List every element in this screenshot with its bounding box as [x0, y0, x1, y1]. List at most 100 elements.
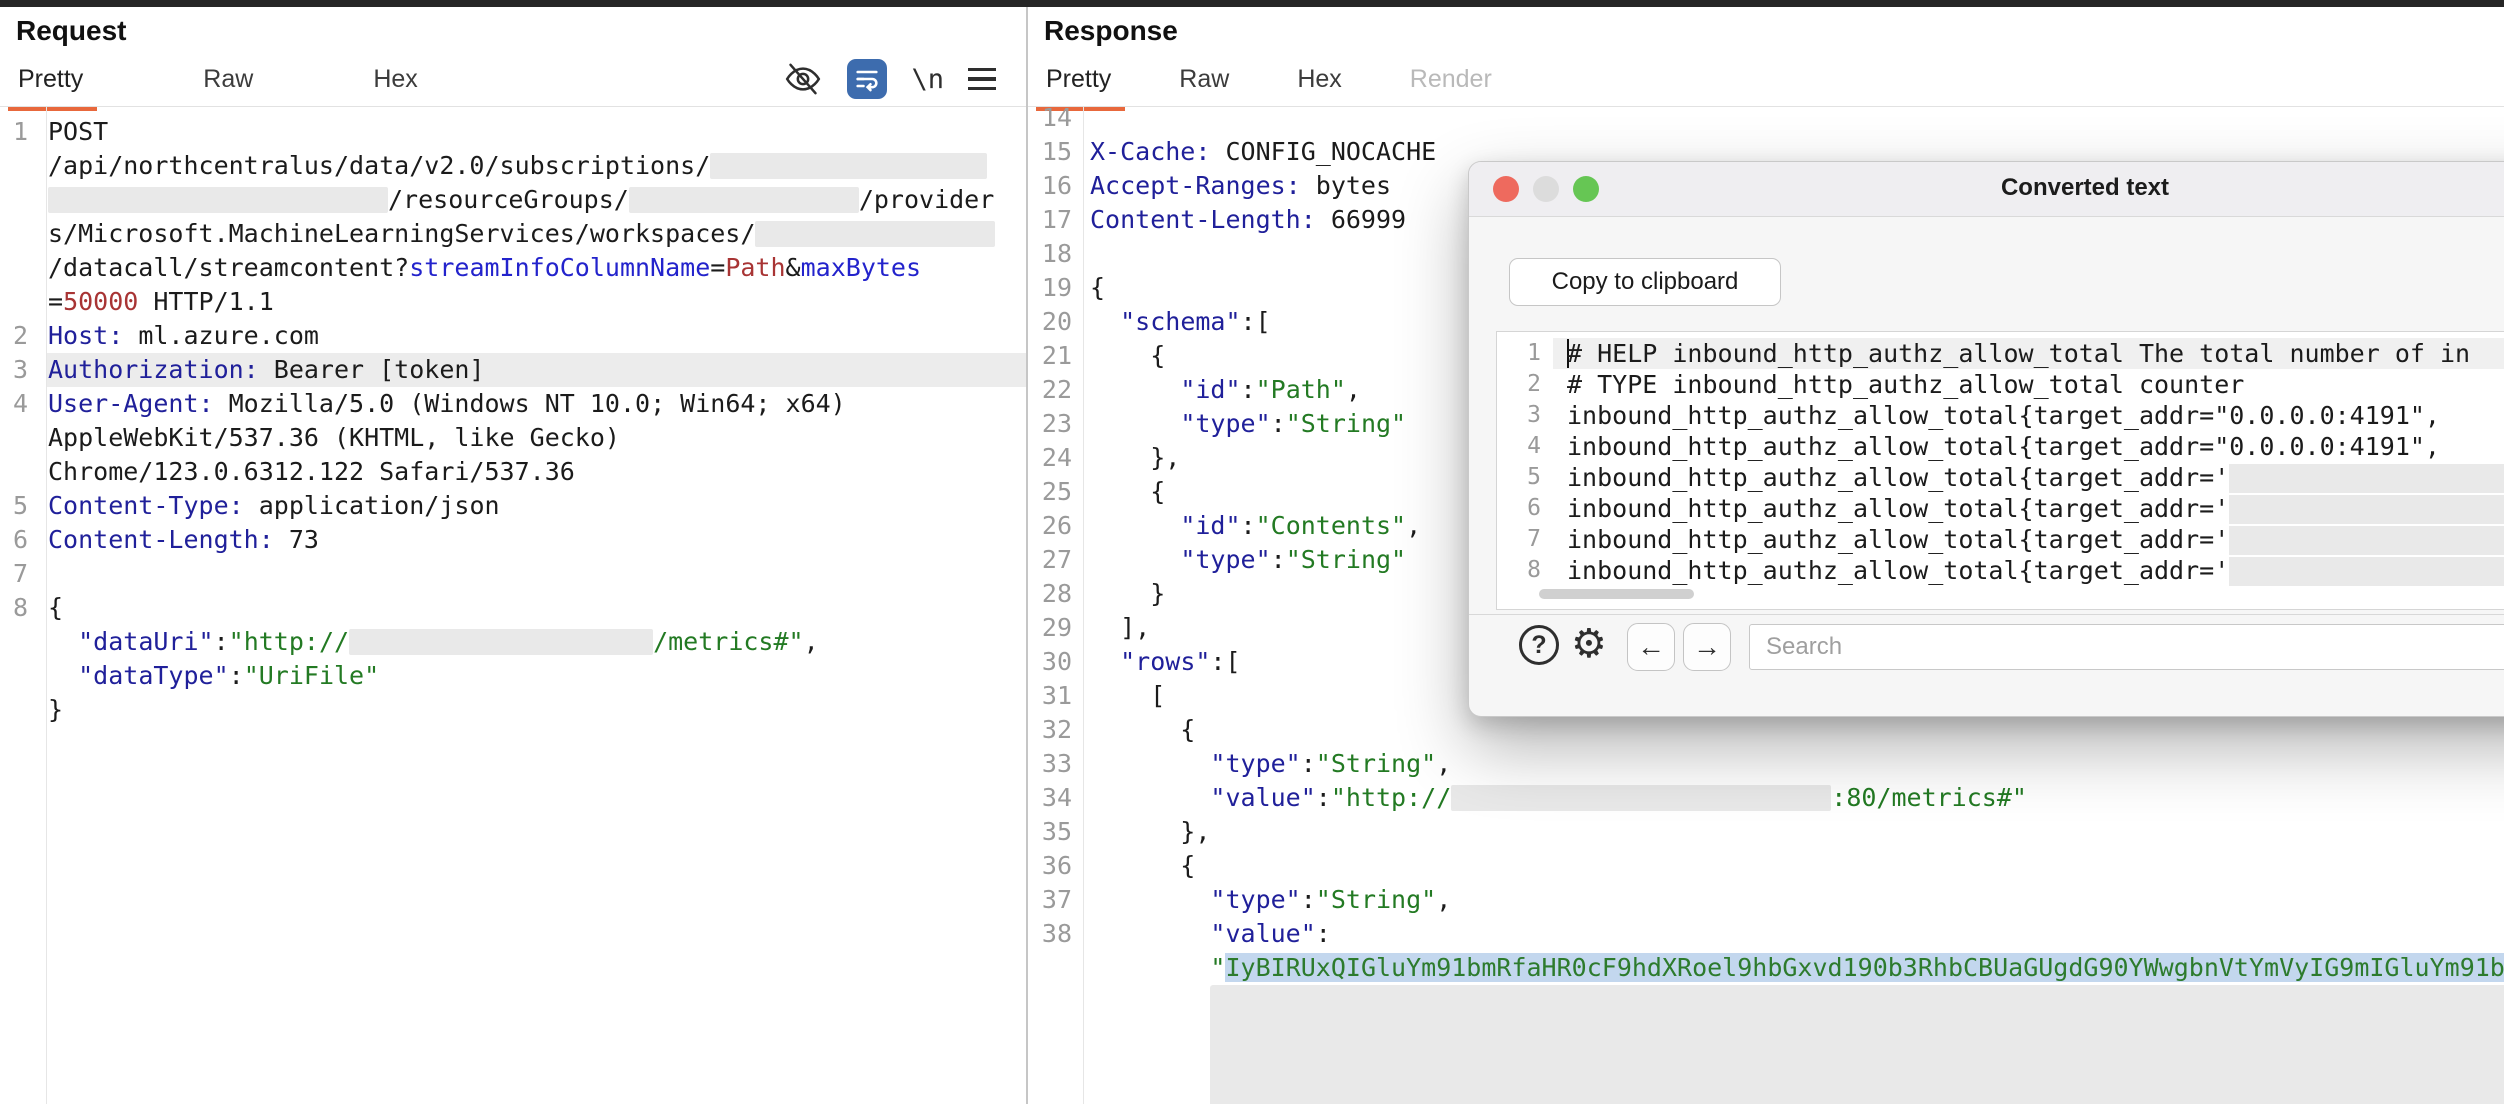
code-row: 6Content-Length: 73	[0, 523, 1026, 557]
gear-icon[interactable]: ⚙	[1571, 618, 1607, 670]
converted-text-code[interactable]: 1# HELP inbound_http_authz_allow_total T…	[1496, 331, 2504, 610]
code-text: "http://	[229, 627, 349, 656]
code-text: :80/metrics#"	[1831, 783, 2027, 812]
code-line: Host: ml.azure.com	[46, 319, 1026, 353]
converted-text-titlebar[interactable]: Converted text	[1469, 162, 2504, 217]
code-row: s/Microsoft.MachineLearningServices/work…	[0, 217, 1026, 251]
code-text: "type"	[1180, 409, 1270, 438]
code-text: "rows"	[1120, 647, 1210, 676]
code-text: =	[48, 287, 63, 316]
redacted-text	[2229, 557, 2504, 586]
line-number: 37	[1028, 883, 1088, 917]
menu-icon[interactable]	[968, 68, 996, 91]
code-line: "dataType":"UriFile"	[46, 659, 1026, 693]
line-number: 16	[1028, 169, 1088, 203]
code-line: {	[46, 591, 1026, 625]
code-text: "dataUri"	[78, 627, 213, 656]
code-line	[46, 557, 1026, 591]
code-text: "String"	[1316, 749, 1436, 778]
code-text	[1090, 545, 1180, 574]
code-text: inbound_http_authz_allow_total{target_ad…	[1567, 401, 2440, 430]
line-number: 18	[1028, 237, 1088, 271]
line-number: 3	[0, 353, 46, 387]
copy-to-clipboard-button[interactable]: Copy to clipboard	[1509, 258, 1781, 306]
code-row: 2# TYPE inbound_http_authz_allow_total c…	[1497, 369, 2504, 400]
tab-raw[interactable]: Raw	[203, 65, 253, 110]
code-row: 1POST	[0, 115, 1026, 149]
line-number: 25	[1028, 475, 1088, 509]
line-number: 31	[1028, 679, 1088, 713]
code-text: streamInfoColumnName	[409, 253, 710, 282]
code-line: {	[1088, 849, 2504, 883]
line-number	[0, 251, 46, 285]
line-number: 4	[1497, 431, 1553, 462]
code-text: "id"	[1180, 375, 1240, 404]
code-text: Content-Type:	[48, 491, 244, 520]
request-editor[interactable]: 1POST/api/northcentralus/data/v2.0/subsc…	[0, 107, 1026, 1104]
line-number: 6	[1497, 493, 1553, 524]
search-input[interactable]	[1749, 624, 2504, 670]
redacted-text	[755, 221, 995, 247]
tab-pretty[interactable]: Pretty	[1046, 65, 1111, 110]
code-text	[1090, 307, 1120, 336]
tab-hex[interactable]: Hex	[1297, 65, 1341, 110]
code-text: application/json	[244, 491, 500, 520]
previous-match-button[interactable]: ←	[1627, 623, 1675, 671]
line-number: 26	[1028, 509, 1088, 543]
code-row: 4inbound_http_authz_allow_total{target_a…	[1497, 431, 2504, 462]
code-text: {	[48, 593, 63, 622]
tab-pretty[interactable]: Pretty	[18, 65, 83, 110]
code-row: /datacall/streamcontent?streamInfoColumn…	[0, 251, 1026, 285]
code-text: Host:	[48, 321, 123, 350]
code-line: {	[1088, 713, 2504, 747]
code-text: Accept-Ranges:	[1090, 171, 1301, 200]
burp-repeater-screen: Request PrettyRawHex \n	[0, 0, 2504, 1104]
code-text: /metrics#"	[653, 627, 804, 656]
code-text: "schema"	[1120, 307, 1240, 336]
response-panel-title: Response	[1044, 15, 1178, 47]
code-text: # HELP inbound_http_authz_allow_total Th…	[1567, 339, 2470, 368]
code-text	[1090, 987, 1210, 1016]
tab-raw[interactable]: Raw	[1179, 65, 1229, 110]
tab-hex[interactable]: Hex	[373, 65, 417, 110]
line-number: 5	[1497, 462, 1553, 493]
code-text: inbound_http_authz_allow_total{target_ad…	[1567, 494, 2229, 523]
line-number: 35	[1028, 815, 1088, 849]
code-text: :	[1316, 919, 1331, 948]
code-text	[48, 627, 78, 656]
newline-icon[interactable]: \n	[911, 64, 944, 95]
hide-matched-eye-icon[interactable]	[783, 59, 823, 99]
code-row: 7	[0, 557, 1026, 591]
code-text: =	[710, 253, 725, 282]
next-match-button[interactable]: →	[1683, 623, 1731, 671]
line-number: 32	[1028, 713, 1088, 747]
request-panel: Request PrettyRawHex \n	[0, 7, 1026, 1104]
code-line: /resourceGroups//provider	[46, 183, 1026, 217]
code-text	[1090, 749, 1210, 778]
line-number	[0, 625, 46, 659]
arrow-right-icon: →	[1693, 631, 1721, 663]
code-line: POST	[46, 115, 1026, 149]
code-text: :	[1316, 783, 1331, 812]
code-row: /api/northcentralus/data/v2.0/subscripti…	[0, 149, 1026, 183]
code-text: "id"	[1180, 511, 1240, 540]
code-line: "IyBIRUxQIGluYm91bmRfaHR0cF9hdXRoel9hbGx…	[1088, 951, 2504, 985]
code-row: 1# HELP inbound_http_authz_allow_total T…	[1497, 338, 2504, 369]
redacted-text	[1210, 985, 2504, 1104]
line-number: 24	[1028, 441, 1088, 475]
help-icon[interactable]: ?	[1519, 625, 1559, 665]
converted-text-window: Converted text Copy to clipboard 1# HELP…	[1468, 161, 2504, 717]
line-number: 22	[1028, 373, 1088, 407]
line-number	[0, 149, 46, 183]
response-gutter-divider	[1083, 107, 1084, 1104]
arrow-left-icon: ←	[1637, 631, 1665, 663]
horizontal-scrollbar-thumb[interactable]	[1539, 589, 1694, 599]
code-row: 33 "type":"String",	[1028, 747, 2504, 781]
code-text	[1090, 783, 1210, 812]
word-wrap-icon[interactable]	[847, 59, 887, 99]
code-text: :	[1301, 885, 1316, 914]
code-text	[1090, 375, 1180, 404]
line-number	[0, 659, 46, 693]
line-number	[0, 285, 46, 319]
code-text: :	[214, 627, 229, 656]
